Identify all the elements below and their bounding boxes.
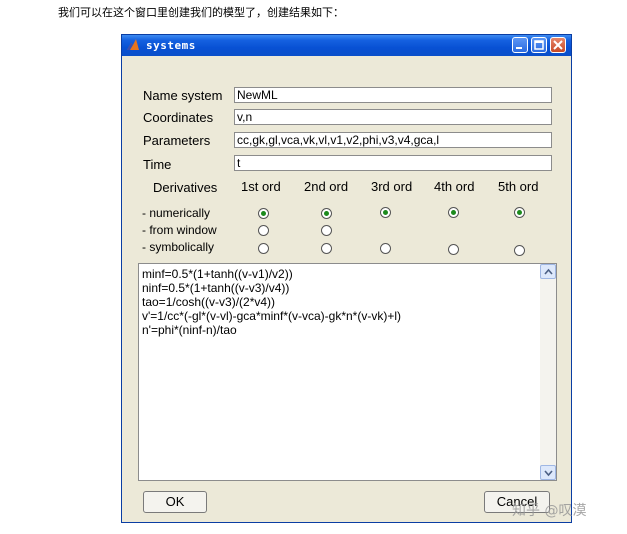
- name-system-label: Name system: [143, 88, 223, 103]
- from-window-radio-2nd[interactable]: [321, 225, 332, 236]
- scroll-down-button[interactable]: [540, 465, 556, 480]
- symbolically-radio-2nd[interactable]: [321, 243, 332, 254]
- column-header: 3rd ord: [371, 179, 413, 194]
- maximize-button[interactable]: [531, 37, 547, 53]
- symbolically-radio-5th[interactable]: [514, 245, 525, 256]
- name-system-input[interactable]: NewML: [234, 87, 552, 103]
- matlab-logo-icon: [127, 39, 139, 50]
- coordinates-label: Coordinates: [143, 110, 214, 125]
- numerically-label: - numerically: [142, 206, 211, 220]
- from-window-label: - from window: [142, 223, 217, 237]
- time-input[interactable]: t: [234, 155, 552, 171]
- column-header: 5th ord: [498, 179, 539, 194]
- time-label: Time: [143, 157, 172, 172]
- minimize-icon: [516, 47, 522, 49]
- chevron-down-icon: [544, 470, 553, 477]
- equations-text: minf=0.5*(1+tanh((v-v1)/v2)) ninf=0.5*(1…: [142, 267, 401, 337]
- systems-dialog: systems Name system NewML Coordinates v,…: [121, 34, 572, 523]
- caption-text: 我们可以在这个窗口里创建我们的模型了，创建结果如下：: [58, 6, 344, 19]
- parameters-input[interactable]: cc,gk,gl,vca,vk,vl,v1,v2,phi,v3,v4,gca,l: [234, 132, 552, 148]
- numerically-radio-3rd[interactable]: [380, 207, 391, 218]
- equations-textarea[interactable]: minf=0.5*(1+tanh((v-v1)/v2)) ninf=0.5*(1…: [138, 263, 557, 481]
- scroll-up-button[interactable]: [540, 264, 556, 279]
- derivatives-label: Derivatives: [153, 180, 218, 195]
- from-window-radio-1st[interactable]: [258, 225, 269, 236]
- ok-button[interactable]: OK: [143, 491, 207, 513]
- column-header: 4th ord: [434, 179, 475, 194]
- symbolically-radio-1st[interactable]: [258, 243, 269, 254]
- vertical-scrollbar[interactable]: [540, 264, 556, 480]
- numerically-radio-4th[interactable]: [448, 207, 459, 218]
- minimize-button[interactable]: [512, 37, 528, 53]
- symbolically-radio-3rd[interactable]: [380, 243, 391, 254]
- symbolically-radio-4th[interactable]: [448, 244, 459, 255]
- window-title: systems: [146, 39, 196, 52]
- watermark-text: 知乎 @叹漠: [512, 503, 587, 519]
- numerically-radio-5th[interactable]: [514, 207, 525, 218]
- chevron-up-icon: [544, 268, 553, 275]
- close-button[interactable]: [550, 37, 566, 53]
- column-header: 2nd ord: [304, 179, 349, 194]
- symbolically-label: - symbolically: [142, 240, 215, 254]
- coordinates-input[interactable]: v,n: [234, 109, 552, 125]
- numerically-radio-2nd[interactable]: [321, 208, 332, 219]
- column-header: 1st ord: [241, 179, 281, 194]
- title-bar[interactable]: systems: [122, 35, 571, 56]
- numerically-radio-1st[interactable]: [258, 208, 269, 219]
- parameters-label: Parameters: [143, 133, 211, 148]
- close-icon: [553, 40, 563, 50]
- maximize-icon: [534, 40, 544, 50]
